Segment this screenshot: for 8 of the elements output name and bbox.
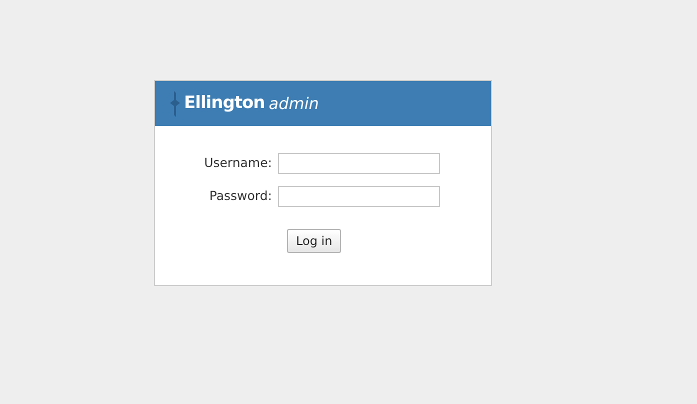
field-label: Username: xyxy=(203,154,273,172)
logo-icon xyxy=(170,90,180,116)
brand-suffix: admin xyxy=(268,92,319,114)
brand-name: Ellington xyxy=(184,92,265,115)
input-field[interactable] xyxy=(278,153,440,174)
field-label: Password: xyxy=(208,187,273,206)
input-field[interactable] xyxy=(278,186,440,207)
login-button[interactable]: Log in xyxy=(287,229,342,253)
